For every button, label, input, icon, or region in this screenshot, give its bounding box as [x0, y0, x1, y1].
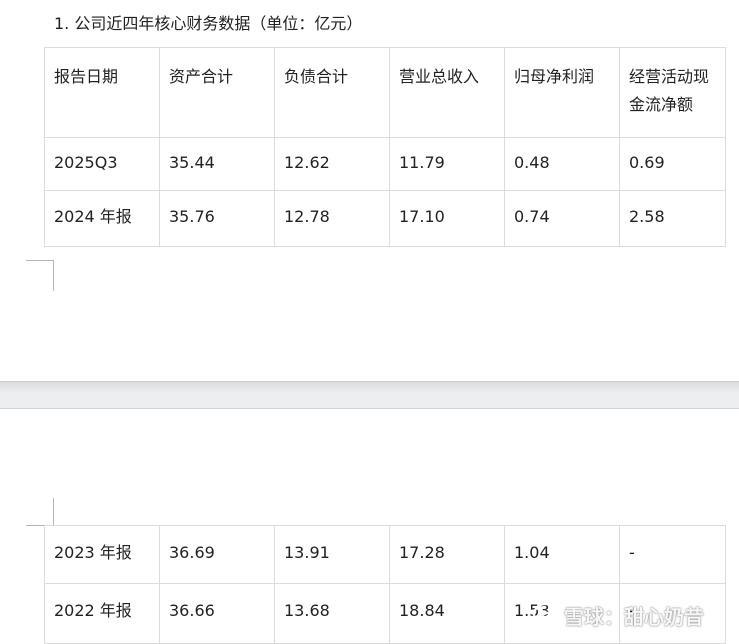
page-break-separator [0, 381, 739, 409]
table-cell: 2022 年报 [44, 583, 160, 644]
page-corner-mark [26, 260, 54, 291]
page-corner-mark [26, 498, 54, 526]
table-cell: 18.84 [389, 583, 505, 644]
table-cell: 0.48 [504, 137, 620, 191]
table-cell: 12.62 [274, 137, 390, 191]
table-cell: 11.79 [389, 137, 505, 191]
table-cell: 35.76 [159, 190, 275, 247]
table-cell: 36.66 [159, 583, 275, 644]
table-cell: 2023 年报 [44, 525, 160, 584]
table-cell: 2025Q3 [44, 137, 160, 191]
table-row: 2025Q3 35.44 12.62 11.79 0.48 0.69 [44, 137, 726, 191]
header-cell: 报告日期 [44, 47, 160, 138]
table-cell: 0.74 [504, 190, 620, 247]
table-cell: 2024 年报 [44, 190, 160, 247]
table-cell: 2.58 [619, 190, 726, 247]
table-row: 2023 年报 36.69 13.91 17.28 1.04 - [44, 525, 726, 584]
header-cell: 经营活动现金流净额 [619, 47, 726, 138]
header-cell: 资产合计 [159, 47, 275, 138]
table-header-row: 报告日期 资产合计 负债合计 营业总收入 归母净利润 经营活动现金流净额 [44, 47, 726, 138]
table-cell: - [619, 525, 726, 584]
snowball-logo-icon [532, 602, 558, 628]
table-cell: 36.69 [159, 525, 275, 584]
watermark-text: 雪球：甜心奶昔 [564, 604, 704, 629]
section-heading: 1. 公司近四年核心财务数据（单位：亿元） [54, 14, 363, 33]
table-row: 2024 年报 35.76 12.78 17.10 0.74 2.58 [44, 190, 726, 247]
table-cell: 17.28 [389, 525, 505, 584]
table-cell: 13.91 [274, 525, 390, 584]
table-cell: 12.78 [274, 190, 390, 247]
header-cell: 营业总收入 [389, 47, 505, 138]
table-cell: 17.10 [389, 190, 505, 247]
table-cell: 35.44 [159, 137, 275, 191]
financial-table-page1: 报告日期 资产合计 负债合计 营业总收入 归母净利润 经营活动现金流净额 202… [44, 47, 726, 247]
header-cell: 归母净利润 [504, 47, 620, 138]
table-cell: 0.69 [619, 137, 726, 191]
table-cell: 1.04 [504, 525, 620, 584]
table-cell: 13.68 [274, 583, 390, 644]
header-cell: 负债合计 [274, 47, 390, 138]
watermark: 雪球：甜心奶昔 [532, 598, 704, 632]
